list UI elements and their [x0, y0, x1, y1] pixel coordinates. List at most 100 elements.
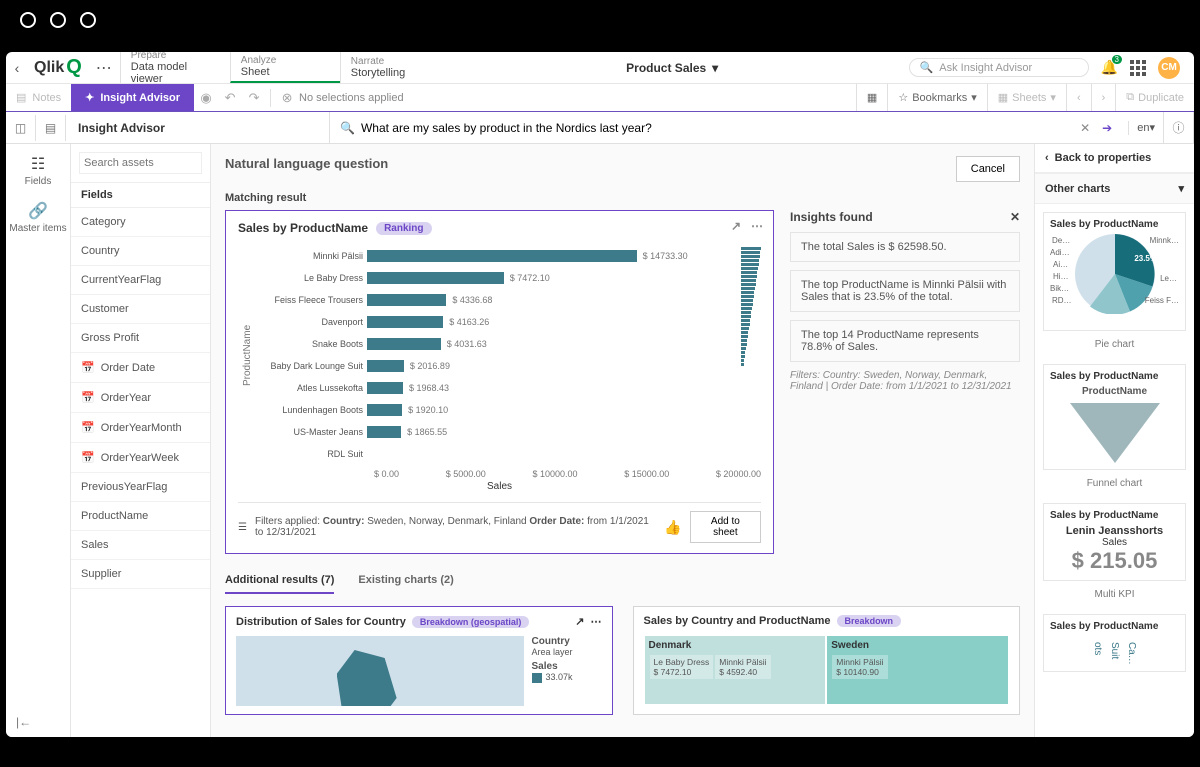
sheets-button[interactable]: ▦Sheets ▾: [987, 84, 1066, 111]
insight-advisor-toggle[interactable]: ✦Insight Advisor: [71, 84, 194, 111]
treemap-cell[interactable]: Le Baby Dress$ 7472.10: [650, 655, 714, 679]
more-icon[interactable]: ⋯: [751, 219, 763, 233]
chevron-down-icon: ▾: [1178, 182, 1184, 195]
bookmarks-button[interactable]: ☆Bookmarks ▾: [887, 84, 986, 111]
step-back-icon[interactable]: ↶: [218, 90, 242, 106]
add-to-sheet-button[interactable]: Add to sheet: [690, 511, 761, 543]
asset-item-label: Supplier: [81, 568, 121, 580]
treemap-cell[interactable]: Minnki Pälsii$ 4592.40: [715, 655, 770, 679]
language-selector[interactable]: en ▾: [1129, 112, 1164, 143]
asset-item[interactable]: PreviousYearFlag: [71, 473, 210, 502]
more-icon[interactable]: ⋯: [591, 615, 602, 628]
info-icon[interactable]: ⓘ: [1164, 112, 1194, 143]
thumbs-up-button[interactable]: 👍: [664, 519, 681, 536]
bar-value: $ 4336.68: [452, 295, 492, 305]
asset-item[interactable]: Customer: [71, 295, 210, 324]
asset-item[interactable]: 📅OrderYear: [71, 383, 210, 413]
calendar-icon: 📅: [81, 451, 95, 464]
map-area[interactable]: [236, 636, 524, 706]
window-controls[interactable]: [20, 12, 96, 28]
prop-card-kpi[interactable]: Sales by ProductName Lenin Jeansshorts S…: [1043, 503, 1186, 581]
mode-prepare-tab[interactable]: Prepare Data model viewer: [120, 52, 230, 83]
trellis-thumb: ots Suit Ca…: [1050, 636, 1179, 665]
bar-row[interactable]: $ 4031.63: [367, 333, 733, 355]
prop-card-pie[interactable]: Sales by ProductName De… Adi… Ai… Hi… Bi…: [1043, 212, 1186, 331]
prev-sheet-button[interactable]: ‹: [1066, 84, 1091, 111]
notifications-button[interactable]: 🔔3: [1101, 59, 1118, 76]
submit-icon[interactable]: ➔: [1096, 121, 1118, 135]
asset-item[interactable]: 📅OrderYearMonth: [71, 413, 210, 443]
ia-question-field[interactable]: [361, 121, 1074, 135]
sheet-title-text: Product Sales: [626, 61, 706, 75]
treemap-col[interactable]: DenmarkLe Baby Dress$ 7472.10Minnki Päls…: [644, 635, 827, 705]
panel-toggle-left[interactable]: ◫: [6, 115, 36, 141]
bar-row[interactable]: [367, 443, 733, 465]
overview-scroll[interactable]: [741, 245, 761, 465]
tab-existing-charts[interactable]: Existing charts (2): [358, 574, 453, 594]
treemap-area[interactable]: DenmarkLe Baby Dress$ 7472.10Minnki Päls…: [644, 635, 1010, 705]
bar-row[interactable]: $ 1920.10: [367, 399, 733, 421]
x-axis-label: Sales: [238, 481, 761, 492]
bar-row[interactable]: $ 1865.55: [367, 421, 733, 443]
treemap-cell[interactable]: Minnki Pälsii$ 10140.90: [832, 655, 887, 679]
notes-button[interactable]: ▤Notes: [6, 91, 71, 104]
clear-icon[interactable]: ✕: [1074, 121, 1096, 135]
layout-icon[interactable]: ▦: [856, 84, 887, 111]
bar-row[interactable]: $ 4163.26: [367, 311, 733, 333]
assets-search-input[interactable]: [79, 152, 202, 174]
next-sheet-button[interactable]: ›: [1091, 84, 1116, 111]
nav-back-button[interactable]: ‹: [6, 52, 28, 83]
asset-item[interactable]: Category: [71, 208, 210, 237]
asset-item[interactable]: CurrentYearFlag: [71, 266, 210, 295]
chevron-down-icon: ▾: [1050, 91, 1056, 104]
app-logo[interactable]: QlikQ: [28, 52, 88, 83]
bar-row[interactable]: $ 1968.43: [367, 377, 733, 399]
asset-item[interactable]: Gross Profit: [71, 324, 210, 353]
asset-item[interactable]: Sales: [71, 531, 210, 560]
chart-card-main: Sales by ProductName Ranking ↗ ⋯ Product…: [225, 210, 774, 554]
selection-tool-icon[interactable]: ◉: [194, 90, 218, 106]
duplicate-button[interactable]: ⧉Duplicate: [1115, 84, 1194, 111]
top-bar: ‹ QlikQ ⋯ Prepare Data model viewer Anal…: [6, 52, 1194, 84]
asset-item[interactable]: 📅Order Date: [71, 353, 210, 383]
fullscreen-icon[interactable]: ↗: [731, 219, 741, 233]
close-icon[interactable]: ✕: [1010, 210, 1020, 224]
clear-selections-icon[interactable]: ⊗: [275, 90, 299, 106]
global-search-input[interactable]: 🔍 Ask Insight Advisor: [909, 58, 1089, 77]
ia-search-input[interactable]: 🔍 ✕ ➔: [330, 121, 1129, 135]
bar-row[interactable]: $ 14733.30: [367, 245, 733, 267]
prop-card-funnel[interactable]: Sales by ProductName ProductName: [1043, 364, 1186, 470]
bar-row[interactable]: $ 2016.89: [367, 355, 733, 377]
bar-row[interactable]: $ 7472.10: [367, 267, 733, 289]
panel-toggle-right[interactable]: ▤: [36, 115, 66, 141]
search-icon: 🔍: [920, 61, 934, 74]
asset-item[interactable]: ProductName: [71, 502, 210, 531]
prop-card-trellis[interactable]: Sales by ProductName ots Suit Ca…: [1043, 614, 1186, 672]
body: ☷Fields 🔗Master items Fields CategoryCou…: [6, 144, 1194, 737]
collapse-handle[interactable]: |←: [16, 715, 31, 729]
mode-narrate-tab[interactable]: Narrate Storytelling: [340, 52, 450, 83]
back-to-properties[interactable]: ‹Back to properties: [1035, 144, 1194, 173]
prop-card-title: Sales by ProductName: [1050, 219, 1179, 230]
mode-analyze-tab[interactable]: Analyze Sheet: [230, 52, 340, 83]
cancel-button[interactable]: Cancel: [956, 156, 1020, 182]
other-charts-header[interactable]: Other charts▾: [1035, 173, 1194, 204]
sheet-title-dropdown[interactable]: Product Sales ▾: [450, 52, 895, 83]
asset-item-label: Gross Profit: [81, 332, 139, 344]
step-fwd-icon[interactable]: ↷: [242, 90, 266, 106]
asset-item[interactable]: Country: [71, 237, 210, 266]
fullscreen-icon[interactable]: ↗: [575, 615, 584, 628]
treemap-col[interactable]: SwedenMinnki Pälsii$ 10140.90: [826, 635, 1009, 705]
insights-filters: Filters: Country: Sweden, Norway, Denmar…: [790, 370, 1020, 392]
app-launcher-button[interactable]: [1130, 60, 1146, 76]
asset-item[interactable]: 📅OrderYearWeek: [71, 443, 210, 473]
bar-row[interactable]: $ 4336.68: [367, 289, 733, 311]
asset-item[interactable]: Supplier: [71, 560, 210, 589]
app-menu-button[interactable]: ⋯: [88, 52, 120, 83]
rail-fields[interactable]: ☷Fields: [25, 154, 52, 187]
user-avatar[interactable]: CM: [1158, 57, 1180, 79]
rail-master-label: Master items: [9, 223, 66, 234]
tab-additional-results[interactable]: Additional results (7): [225, 574, 334, 594]
rail-master-items[interactable]: 🔗Master items: [9, 201, 66, 234]
bar-label: Baby Dark Lounge Suit: [257, 355, 367, 377]
